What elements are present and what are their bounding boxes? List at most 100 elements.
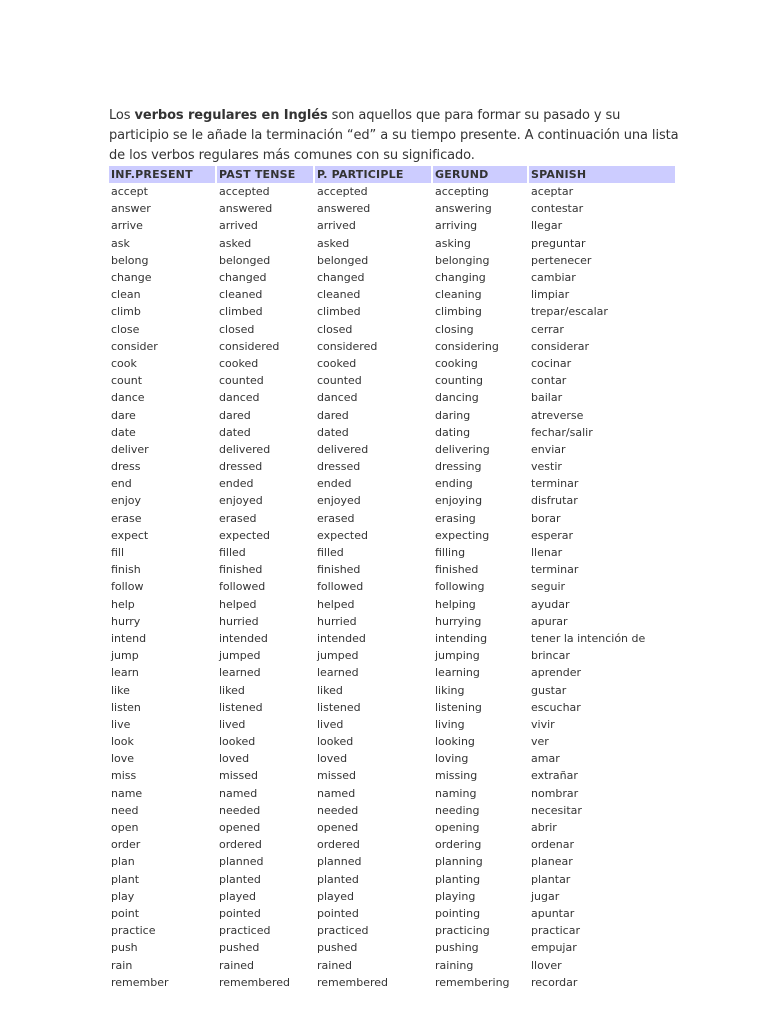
cell-spanish: aprender [531,666,582,680]
cell-gerund: erasing [435,511,476,525]
cell-inf-present: dress [111,460,141,474]
cell-spanish: bailar [531,391,563,405]
cell-past-participle: needed [317,803,359,817]
cell-past-tense: cooked [219,356,259,370]
cell-past-tense: looked [219,735,256,749]
table-row: end ended ended ending terminar [109,475,675,492]
table-row: point pointed pointed pointing apuntar [109,905,675,922]
table-row: rain rained rained raining llover [109,956,675,973]
cell-gerund: filling [435,546,466,560]
cell-spanish: contar [531,374,567,388]
cell-gerund: arriving [435,219,478,233]
cell-gerund: delivering [435,442,490,456]
cell-past-participle: enjoyed [317,494,361,508]
cell-inf-present: intend [111,631,147,645]
cell-past-participle: delivered [317,442,369,456]
cell-inf-present: open [111,821,139,835]
cell-past-tense: needed [219,803,261,817]
cell-past-tense: arrived [219,219,258,233]
cell-gerund: raining [435,958,474,972]
cell-spanish: disfrutar [531,494,578,508]
header-past-tense: PAST TENSE [217,166,313,183]
cell-inf-present: rain [111,958,133,972]
cell-gerund: pointing [435,906,481,920]
table-row: live lived lived living vivir [109,716,675,733]
cell-inf-present: ask [111,236,130,250]
cell-spanish: gustar [531,683,567,697]
cell-past-participle: ended [317,477,352,491]
cell-gerund: listening [435,700,482,714]
table-row: intend intended intended intending tener la … [109,630,675,647]
cell-gerund: climbing [435,305,482,319]
cell-gerund: belonging [435,253,490,267]
table-row: miss missed missed missing extrañar [109,767,675,784]
cell-past-participle: counted [317,374,362,388]
cell-spanish: llegar [531,219,563,233]
cell-past-tense: pushed [219,941,260,955]
cell-past-tense: ended [219,477,254,491]
cell-past-tense: erased [219,511,257,525]
cell-past-tense: delivered [219,442,271,456]
cell-inf-present: cook [111,356,137,370]
cell-inf-present: accept [111,185,148,199]
cell-past-tense: learned [219,666,261,680]
cell-spanish: plantar [531,872,571,886]
table-row: arrive arrived arrived arriving llegar [109,217,675,234]
cell-spanish: seguir [531,580,566,594]
cell-spanish: extrañar [531,769,578,783]
cell-inf-present: dance [111,391,145,405]
cell-gerund: practicing [435,924,490,938]
cell-spanish: ver [531,735,549,749]
cell-gerund: finished [435,563,479,577]
cell-gerund: considering [435,339,499,353]
table-row: answer answered answered answering contestar [109,200,675,217]
cell-gerund: counting [435,374,484,388]
cell-spanish: limpiar [531,288,570,302]
cell-past-tense: opened [219,821,261,835]
cell-gerund: learning [435,666,480,680]
cell-past-tense: climbed [219,305,263,319]
cell-inf-present: finish [111,563,141,577]
cell-past-participle: dared [317,408,349,422]
table-row: change changed changed changing cambiar [109,269,675,286]
cell-past-participle: named [317,786,356,800]
cell-past-participle: ordered [317,838,360,852]
cell-past-participle: loved [317,752,348,766]
cell-gerund: ending [435,477,473,491]
cell-inf-present: dare [111,408,136,422]
cell-spanish: apurar [531,614,568,628]
table-row: cook cooked cooked cooking cocinar [109,355,675,372]
cell-inf-present: need [111,803,139,817]
cell-inf-present: miss [111,769,137,783]
cell-past-participle: played [317,889,355,903]
cell-past-participle: danced [317,391,358,405]
cell-past-tense: practiced [219,924,271,938]
table-row: dress dressed dressed dressing vestir [109,458,675,475]
cell-past-tense: dated [219,425,251,439]
cell-spanish: recordar [531,975,578,989]
table-row: look looked looked looking ver [109,733,675,750]
cell-past-participle: hurried [317,614,357,628]
table-row: expect expected expected expecting esperar [109,527,675,544]
cell-spanish: atreverse [531,408,584,422]
cell-past-participle: listened [317,700,361,714]
cell-spanish: planear [531,855,573,869]
table-row: hurry hurried hurried hurrying apurar [109,613,675,630]
table-row: follow followed followed following seguir [109,578,675,595]
cell-past-participle: expected [317,528,368,542]
cell-past-participle: opened [317,821,359,835]
cell-inf-present: climb [111,305,141,319]
cell-past-participle: looked [317,735,354,749]
cell-gerund: enjoying [435,494,483,508]
cell-past-participle: accepted [317,185,368,199]
cell-gerund: liking [435,683,465,697]
cell-inf-present: close [111,322,140,336]
intro-bold-term: verbos regulares en Inglés [134,108,328,123]
cell-past-tense: changed [219,271,267,285]
cell-past-tense: named [219,786,258,800]
cell-past-participle: planted [317,872,359,886]
cell-gerund: playing [435,889,476,903]
cell-gerund: intending [435,631,488,645]
cell-gerund: closing [435,322,474,336]
cell-spanish: apuntar [531,906,575,920]
